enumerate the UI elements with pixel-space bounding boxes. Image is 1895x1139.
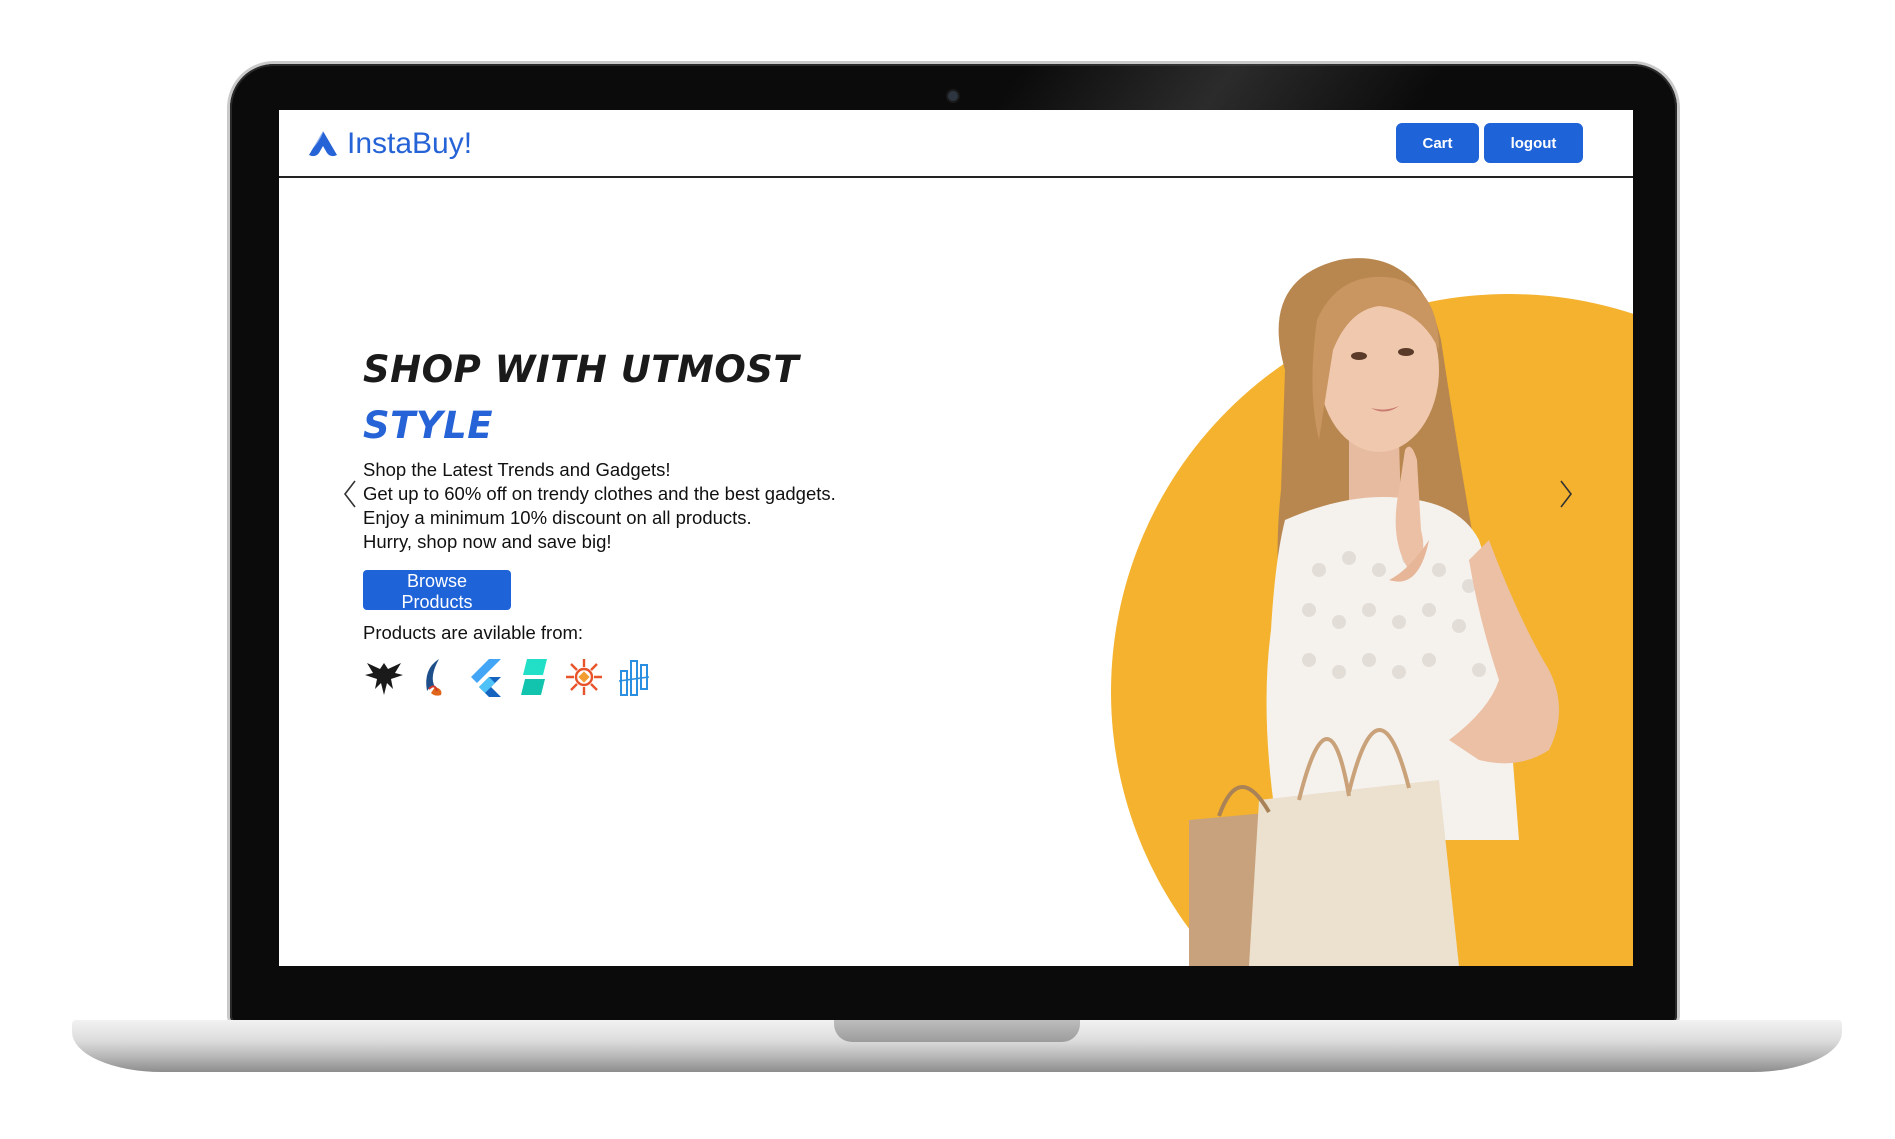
cart-button[interactable]: Cart [1396, 123, 1479, 163]
partner-logos [363, 655, 655, 699]
hero-title-line2: STYLE [363, 404, 494, 447]
hero-desc-line: Shop the Latest Trends and Gadgets! [363, 459, 671, 480]
brand-logo[interactable]: InstaBuy! [305, 124, 472, 164]
carousel-next-button[interactable] [1551, 474, 1581, 514]
carousel-prev-button[interactable] [335, 474, 365, 514]
navbar: InstaBuy! Cart logout [279, 110, 1633, 178]
hero-desc-line: Enjoy a minimum 10% discount on all prod… [363, 507, 752, 528]
hero-model-image [1049, 240, 1633, 966]
blue-bars-logo-icon [613, 655, 655, 699]
laptop-notch [834, 1020, 1080, 1042]
logout-button[interactable]: logout [1484, 123, 1583, 163]
eagle-logo-icon [363, 655, 405, 699]
chevron-right-icon [1560, 480, 1573, 508]
camera-icon [948, 91, 958, 101]
feather-logo-icon [413, 655, 455, 699]
browser-screen: InstaBuy! Cart logout SHOP WITH UTMOST S… [279, 110, 1633, 966]
browse-products-button[interactable]: Browse Products [363, 570, 511, 612]
teal-block-logo-icon [513, 655, 555, 699]
flutter-logo-icon [463, 655, 505, 699]
chevron-left-icon [343, 480, 356, 508]
brand-name: InstaBuy! [347, 127, 473, 160]
hero-title-line1: SHOP WITH UTMOST [363, 348, 800, 391]
hero-description: Shop the Latest Trends and Gadgets! Get … [363, 458, 883, 554]
orange-sun-logo-icon [563, 655, 605, 699]
available-from-label: Products are avilable from: [363, 622, 584, 643]
hero-desc-line: Get up to 60% off on trendy clothes and … [363, 483, 836, 504]
hero-title: SHOP WITH UTMOST STYLE [363, 342, 799, 454]
hero-desc-line: Hurry, shop now and save big! [363, 531, 612, 552]
brand-icon [309, 130, 337, 157]
lid-glare [993, 64, 1447, 110]
